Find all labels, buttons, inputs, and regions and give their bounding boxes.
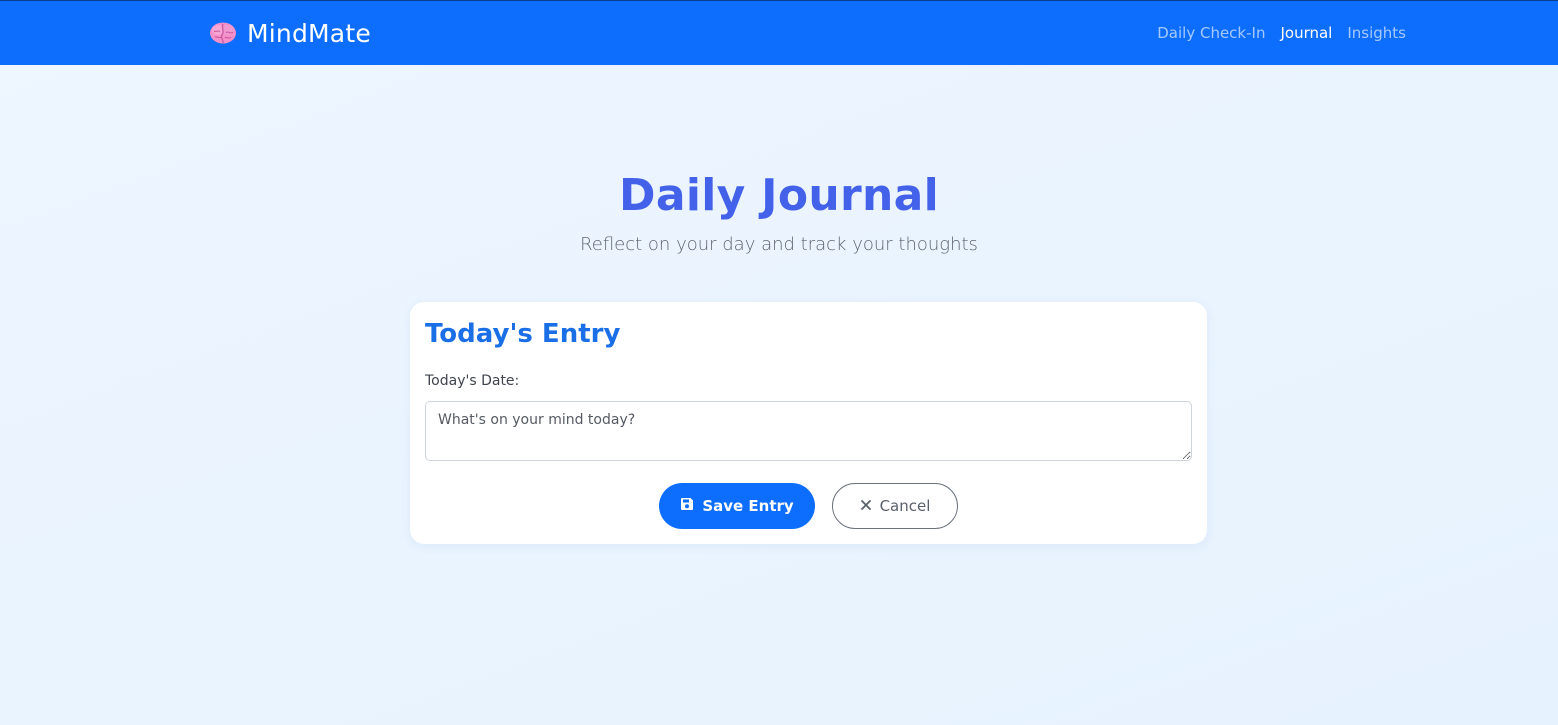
nav-item-journal[interactable]: Journal xyxy=(1280,24,1332,42)
page-subtitle: Reflect on your day and track your thoug… xyxy=(580,234,978,255)
cancel-button[interactable]: Cancel xyxy=(832,483,958,529)
nav-item-insights[interactable]: Insights xyxy=(1347,24,1406,42)
card-title: Today's Entry xyxy=(425,319,621,349)
nav-links: Daily Check-In Journal Insights xyxy=(1157,1,1406,65)
save-entry-label: Save Entry xyxy=(702,497,794,515)
close-icon xyxy=(860,497,872,515)
cancel-label: Cancel xyxy=(879,497,931,515)
save-entry-button[interactable]: Save Entry xyxy=(659,483,815,529)
floppy-disk-icon xyxy=(680,497,694,515)
brain-icon xyxy=(209,21,237,45)
date-label: Today's Date: xyxy=(425,373,520,389)
page-title: Daily Journal xyxy=(619,170,939,221)
journal-entry-input[interactable] xyxy=(425,401,1192,461)
top-navbar: MindMate Daily Check-In Journal Insights xyxy=(0,0,1558,65)
nav-item-daily-check-in[interactable]: Daily Check-In xyxy=(1157,24,1265,42)
journal-entry-card: Today's Entry Today's Date: Save Entry C… xyxy=(410,302,1207,544)
brand[interactable]: MindMate xyxy=(209,1,371,65)
brand-name: MindMate xyxy=(247,18,371,48)
